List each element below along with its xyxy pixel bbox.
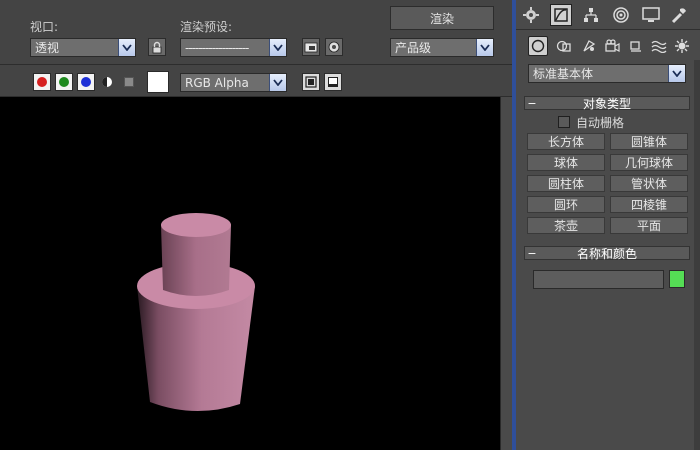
render-quality-value: 产品级: [395, 41, 432, 55]
render-quality-dropdown[interactable]: 产品级: [390, 38, 494, 57]
geometry-icon: [531, 39, 545, 53]
lights-subtab[interactable]: [579, 36, 599, 56]
autogrid-label: 自动栅格: [576, 116, 625, 130]
rendered-object: [137, 213, 255, 412]
cameras-subtab[interactable]: [602, 36, 622, 56]
render-preset-label: 渲染预设:: [180, 20, 233, 34]
object-type-title: 对象类型: [582, 96, 631, 111]
torus-button[interactable]: 圆环: [527, 196, 605, 213]
tube-button[interactable]: 管状体: [610, 175, 688, 192]
chevron-down-icon: [269, 74, 286, 91]
chevron-down-icon: [668, 65, 685, 82]
object-type-rollout: − 对象类型 自动栅格 长方体 圆锥体 球体 几何球体 圆柱体 管状体 圆环 四…: [524, 96, 690, 236]
channel-display-dropdown[interactable]: RGB Alpha: [180, 73, 287, 92]
toolbar-divider: [0, 64, 512, 65]
blue-dot-icon: [81, 77, 91, 87]
category-dropdown[interactable]: 标准基本体: [528, 64, 686, 83]
geosphere-button[interactable]: 几何球体: [610, 154, 688, 171]
object-name-input[interactable]: [533, 270, 664, 289]
viewport-scrollbar[interactable]: [500, 97, 512, 450]
save-preset-button[interactable]: [325, 38, 343, 56]
cylinder-button[interactable]: 圆柱体: [527, 175, 605, 192]
geometry-subtab[interactable]: [528, 36, 548, 56]
render-button[interactable]: 渲染: [390, 6, 494, 30]
utilities-icon: [671, 8, 686, 24]
helpers-subtab[interactable]: [626, 36, 646, 56]
upper-cylinder-cap: [161, 213, 231, 237]
green-dot-icon: [59, 77, 69, 87]
shapes-subtab[interactable]: [554, 36, 574, 56]
chevron-down-icon: [269, 39, 286, 56]
collapse-icon: −: [527, 246, 537, 260]
spacewarps-subtab[interactable]: [649, 36, 669, 56]
modify-tab[interactable]: [550, 4, 572, 26]
hierarchy-icon: [584, 8, 598, 22]
window-icon: [305, 76, 317, 88]
name-color-header[interactable]: − 名称和颜色: [524, 246, 690, 261]
gear-icon: [328, 41, 340, 53]
panel-icon: [328, 77, 338, 87]
render-frame-window: 视口: 透视 渲染预设: ------------------- 渲染 产品级 …: [0, 0, 700, 450]
create-tab[interactable]: [520, 4, 542, 26]
lock-icon: [152, 41, 162, 53]
modify-icon: [554, 8, 568, 22]
chevron-down-icon: [476, 39, 493, 56]
viewport-value: 透视: [35, 41, 60, 55]
load-preset-button[interactable]: [302, 38, 320, 56]
pyramid-button[interactable]: 四棱锥: [610, 196, 688, 213]
lights-icon: [583, 40, 596, 52]
blue-channel-toggle[interactable]: [77, 73, 95, 91]
swatch-clear-color[interactable]: [147, 71, 169, 93]
object-color-swatch[interactable]: [669, 270, 685, 288]
half-circle-icon: [102, 77, 112, 87]
monochrome-toggle[interactable]: [124, 77, 134, 87]
systems-icon: [675, 39, 689, 53]
systems-subtab[interactable]: [672, 36, 692, 56]
red-channel-toggle[interactable]: [33, 73, 51, 91]
collapse-icon: −: [527, 96, 537, 110]
create-icon: [523, 7, 539, 23]
cameras-icon: [605, 39, 620, 52]
cone-button[interactable]: 圆锥体: [610, 133, 688, 150]
alpha-channel-toggle[interactable]: [101, 76, 113, 88]
render-preset-value: -------------------: [185, 40, 249, 55]
folder-icon: [304, 42, 318, 53]
name-color-title: 名称和颜色: [576, 246, 637, 261]
render-viewport: [0, 97, 500, 450]
hierarchy-tab[interactable]: [580, 4, 602, 26]
toggle-ui-overlay-button[interactable]: [302, 73, 320, 91]
red-dot-icon: [37, 77, 47, 87]
shapes-icon: [556, 40, 571, 52]
utilities-tab[interactable]: [668, 4, 690, 26]
channel-display-value: RGB Alpha: [185, 75, 249, 90]
motion-tab[interactable]: [610, 4, 632, 26]
category-value: 标准基本体: [533, 67, 594, 81]
helpers-icon: [630, 41, 641, 52]
spacewarps-icon: [651, 40, 667, 53]
green-channel-toggle[interactable]: [55, 73, 73, 91]
display-tab[interactable]: [640, 4, 662, 26]
toggle-ui-button[interactable]: [324, 73, 342, 91]
plane-button[interactable]: 平面: [610, 217, 688, 234]
viewport-dropdown[interactable]: 透视: [30, 38, 136, 57]
command-panel-scrollbar[interactable]: [694, 60, 700, 450]
teapot-button[interactable]: 茶壶: [527, 217, 605, 234]
lock-button[interactable]: [148, 38, 166, 56]
box-button[interactable]: 长方体: [527, 133, 605, 150]
render-preset-dropdown[interactable]: -------------------: [180, 38, 287, 57]
name-color-rollout: − 名称和颜色: [524, 246, 690, 296]
chevron-down-icon: [118, 39, 135, 56]
motion-icon: [613, 7, 629, 23]
command-panel: 标准基本体 − 对象类型 自动栅格 长方体 圆锥体 球体 几何球体 圆柱体 管状…: [516, 0, 700, 450]
display-icon: [642, 7, 660, 22]
object-type-header[interactable]: − 对象类型: [524, 96, 690, 111]
autogrid-checkbox[interactable]: [558, 116, 570, 128]
sphere-button[interactable]: 球体: [527, 154, 605, 171]
viewport-label: 视口:: [30, 20, 59, 34]
